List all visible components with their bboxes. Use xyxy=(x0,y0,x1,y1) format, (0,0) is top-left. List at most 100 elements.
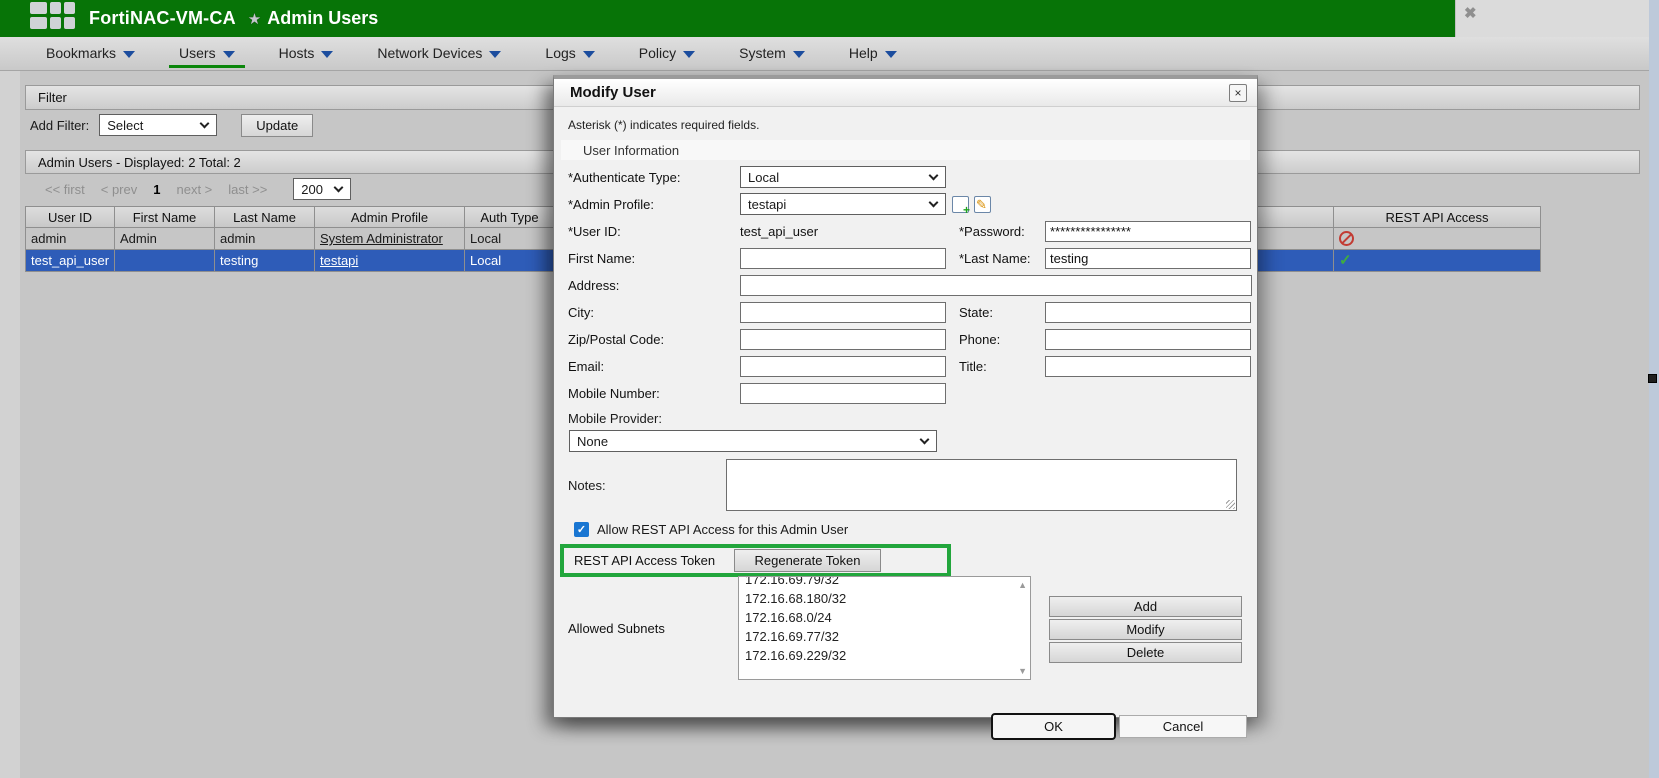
city-label: City: xyxy=(568,305,740,320)
address-field[interactable] xyxy=(740,275,1252,296)
city-field[interactable] xyxy=(740,302,946,323)
chevron-down-icon xyxy=(321,51,333,58)
nav-item-network-devices[interactable]: Network Devices xyxy=(367,39,511,68)
column-header-admin-profile[interactable]: Admin Profile xyxy=(315,207,465,228)
state-field[interactable] xyxy=(1045,302,1251,323)
scroll-up-icon[interactable]: ▲ xyxy=(1018,580,1027,590)
chevron-down-icon xyxy=(885,51,897,58)
mobile-number-label: Mobile Number: xyxy=(568,386,740,401)
allowed-subnets-label: Allowed Subnets xyxy=(568,576,738,680)
chevron-down-icon xyxy=(920,435,930,445)
nav-item-system[interactable]: System xyxy=(729,39,815,68)
first-name-field[interactable] xyxy=(740,248,946,269)
user-id-value: test_api_user xyxy=(740,224,946,239)
nav-item-hosts[interactable]: Hosts xyxy=(269,39,344,68)
nav-item-users[interactable]: Users xyxy=(169,39,245,68)
subnet-modify-button[interactable]: Modify xyxy=(1049,619,1242,640)
allowed-subnets-listbox[interactable]: 172.16.69.79/32 172.16.68.180/32 172.16.… xyxy=(738,576,1031,680)
required-fields-note: Asterisk (*) indicates required fields. xyxy=(568,118,1257,132)
subnet-add-button[interactable]: Add xyxy=(1049,596,1242,617)
add-filter-select[interactable]: Select xyxy=(99,114,217,136)
mobile-provider-label: Mobile Provider: xyxy=(568,409,1257,427)
address-label: Address: xyxy=(568,278,740,293)
fortinet-logo-icon xyxy=(30,2,75,29)
regenerate-token-button[interactable]: Regenerate Token xyxy=(734,549,881,572)
pagination-next[interactable]: next > xyxy=(176,182,212,197)
ok-button[interactable]: OK xyxy=(991,713,1116,740)
password-field[interactable] xyxy=(1045,221,1251,242)
add-filter-row: Add Filter: Select Update xyxy=(30,113,313,137)
rest-api-token-highlight: REST API Access Token Regenerate Token xyxy=(560,544,951,577)
admin-profile-select[interactable]: testapi xyxy=(740,193,946,215)
column-header-last-name[interactable]: Last Name xyxy=(215,207,315,228)
rest-api-token-label: REST API Access Token xyxy=(574,553,734,568)
app-header: FortiNAC-VM-CA ★ Admin Users xyxy=(0,0,1455,37)
chevron-down-icon xyxy=(929,198,939,208)
phone-field[interactable] xyxy=(1045,329,1251,350)
rest-api-access-checkbox-label: Allow REST API Access for this Admin Use… xyxy=(597,522,848,537)
pagination-first[interactable]: << first xyxy=(45,182,85,197)
page-scrollbar[interactable] xyxy=(1649,0,1659,778)
dialog-close-button[interactable]: × xyxy=(1229,84,1247,102)
add-filter-label: Add Filter: xyxy=(30,118,89,133)
favorite-star-icon[interactable]: ★ xyxy=(248,10,261,28)
subnet-item[interactable]: 172.16.69.229/32 xyxy=(745,646,1030,665)
resize-grip-icon[interactable] xyxy=(1226,500,1235,509)
nav-item-bookmarks[interactable]: Bookmarks xyxy=(36,39,145,68)
chevron-down-icon xyxy=(334,183,344,193)
scroll-down-icon[interactable]: ▼ xyxy=(1018,666,1027,676)
first-name-label: First Name: xyxy=(568,251,740,266)
subnet-item[interactable]: 172.16.69.77/32 xyxy=(745,627,1030,646)
state-label: State: xyxy=(959,305,1045,320)
header-right-panel: ✖ xyxy=(1455,0,1659,41)
column-header-first-name[interactable]: First Name xyxy=(115,207,215,228)
nav-item-help[interactable]: Help xyxy=(839,39,907,68)
pagination-prev[interactable]: < prev xyxy=(101,182,138,197)
column-header-auth-type[interactable]: Auth Type xyxy=(465,207,555,228)
edit-profile-icon[interactable] xyxy=(974,196,991,213)
scrollbar-marker xyxy=(1648,374,1657,383)
subnet-item[interactable]: 172.16.68.180/32 xyxy=(745,589,1030,608)
admin-profile-link[interactable]: testapi xyxy=(320,253,358,268)
notes-label: Notes: xyxy=(568,459,726,511)
zip-label: Zip/Postal Code: xyxy=(568,332,740,347)
dialog-title-bar[interactable]: Modify User × xyxy=(554,79,1257,107)
app-title: FortiNAC-VM-CA xyxy=(89,8,236,29)
zip-field[interactable] xyxy=(740,329,946,350)
authenticate-type-select[interactable]: Local xyxy=(740,166,946,188)
email-label: Email: xyxy=(568,359,740,374)
nav-item-logs[interactable]: Logs xyxy=(535,39,604,68)
email-field[interactable] xyxy=(740,356,946,377)
subnet-item[interactable]: 172.16.69.79/32 xyxy=(745,576,1030,589)
update-button[interactable]: Update xyxy=(241,114,313,137)
subnet-item[interactable]: 172.16.68.0/24 xyxy=(745,608,1030,627)
rest-api-access-checkbox[interactable]: ✓ xyxy=(574,522,589,537)
chevron-down-icon xyxy=(200,119,210,129)
modify-user-dialog: Modify User × Asterisk (*) indicates req… xyxy=(553,75,1258,718)
nav-item-policy[interactable]: Policy xyxy=(629,39,705,68)
chevron-down-icon xyxy=(489,51,501,58)
chevron-down-icon xyxy=(793,51,805,58)
chevron-down-icon xyxy=(583,51,595,58)
user-id-label: *User ID: xyxy=(568,224,740,239)
chevron-down-icon xyxy=(123,51,135,58)
admin-profile-label: *Admin Profile: xyxy=(568,197,740,212)
last-name-field[interactable] xyxy=(1045,248,1251,269)
authenticate-type-label: *Authenticate Type: xyxy=(568,170,740,185)
access-allowed-icon: ✓ xyxy=(1339,253,1352,268)
title-field[interactable] xyxy=(1045,356,1251,377)
column-header-rest-api-access[interactable]: REST API Access xyxy=(1334,207,1541,228)
subnet-delete-button[interactable]: Delete xyxy=(1049,642,1242,663)
admin-profile-link[interactable]: System Administrator xyxy=(320,231,443,246)
no-access-icon xyxy=(1339,231,1354,246)
new-profile-icon[interactable] xyxy=(952,196,969,213)
page-size-select[interactable]: 200 xyxy=(293,178,351,200)
user-information-section-header: User Information xyxy=(561,140,1250,160)
mobile-provider-select[interactable]: None xyxy=(569,430,937,452)
cancel-button[interactable]: Cancel xyxy=(1119,715,1247,738)
notes-textarea[interactable] xyxy=(726,459,1237,511)
pagination-last[interactable]: last >> xyxy=(228,182,267,197)
mobile-number-field[interactable] xyxy=(740,383,946,404)
column-header-user-id[interactable]: User ID xyxy=(25,207,115,228)
close-icon[interactable]: ✖ xyxy=(1464,4,1477,22)
